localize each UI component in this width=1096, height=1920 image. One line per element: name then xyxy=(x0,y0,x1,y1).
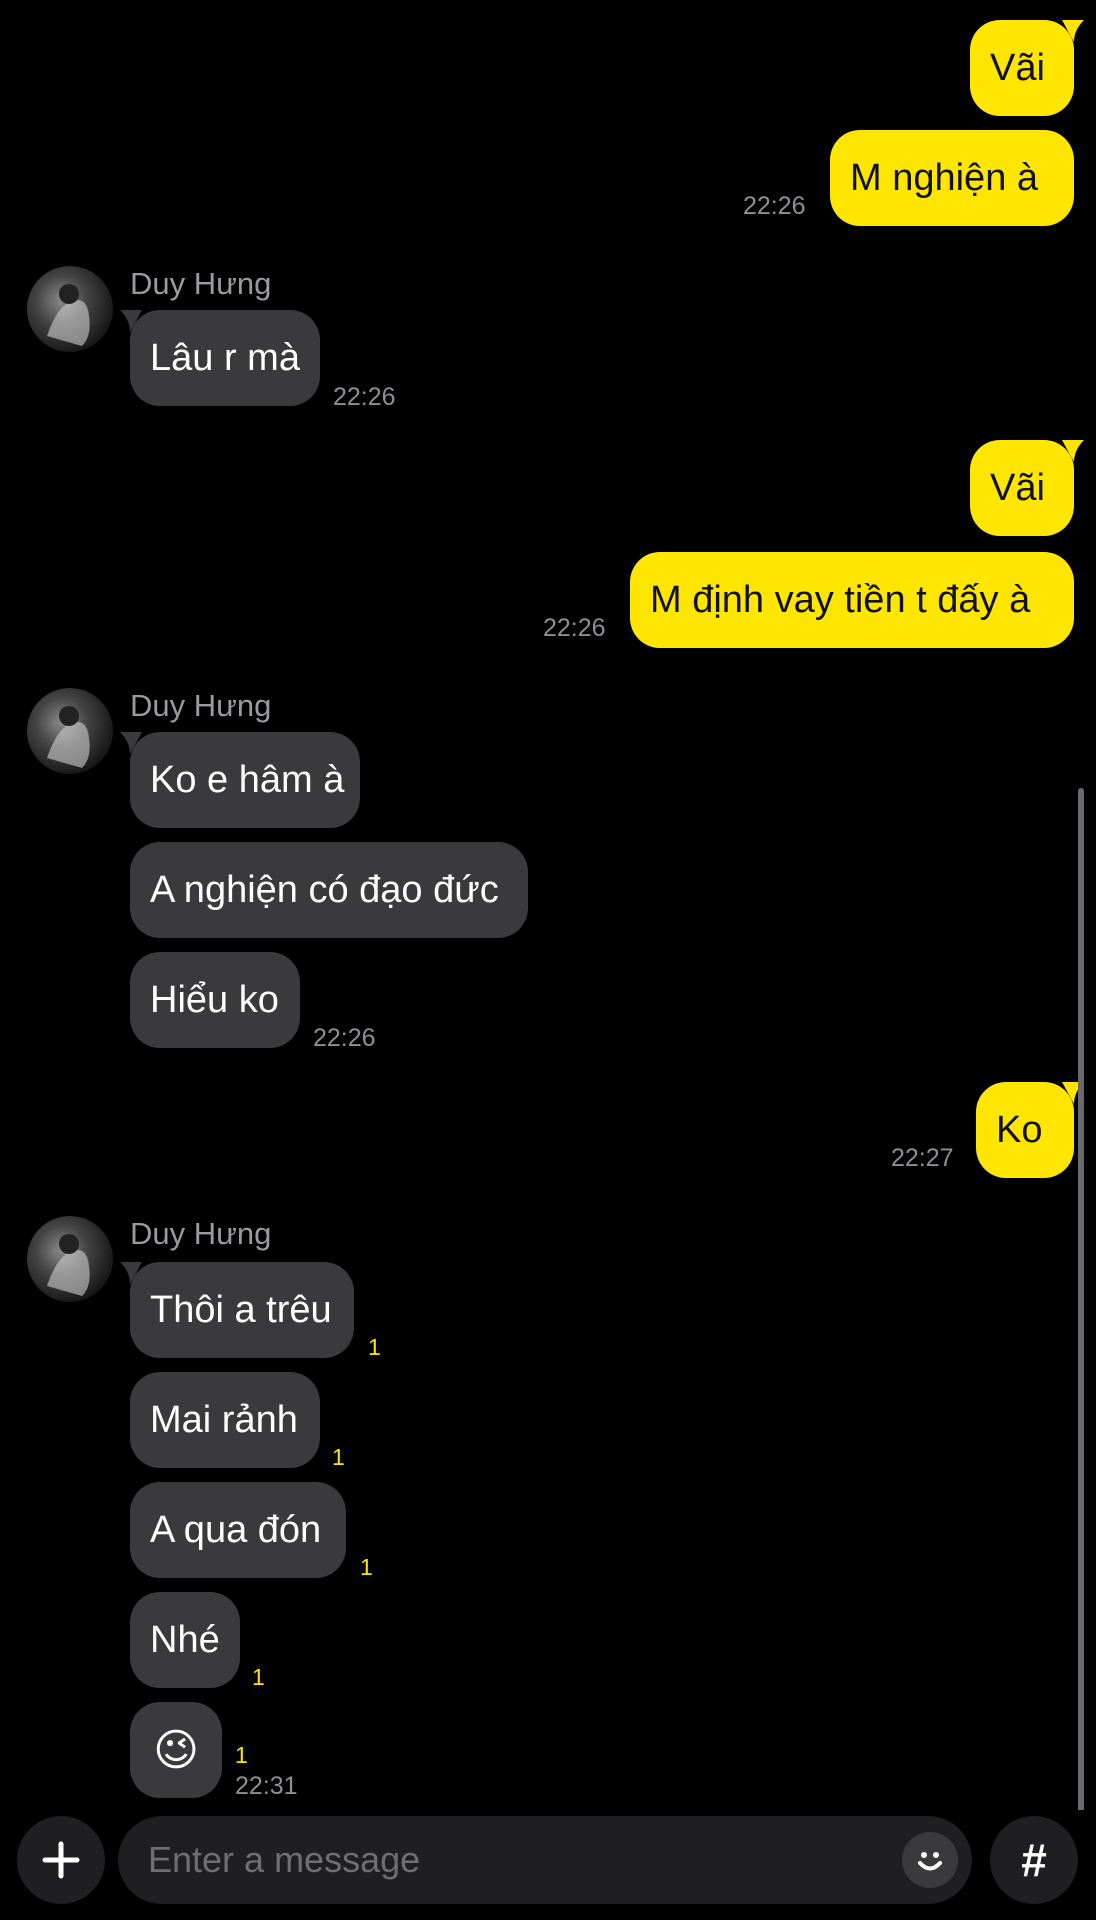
their-message-bubble[interactable]: A nghiện có đạo đức xyxy=(130,842,528,938)
bubble-tail xyxy=(1062,20,1084,42)
timestamp: 22:26 xyxy=(333,383,396,411)
their-message-bubble[interactable]: Ko e hâm à xyxy=(120,732,360,828)
unread-count: 1 xyxy=(235,1742,248,1768)
message-text: Ko xyxy=(996,1108,1043,1151)
their-message-bubble[interactable]: Nhé xyxy=(130,1592,240,1688)
scrollbar[interactable] xyxy=(1078,788,1084,1818)
timestamp: 22:26 xyxy=(543,614,606,642)
unread-count: 1 xyxy=(332,1444,345,1470)
timestamp: 22:26 xyxy=(743,192,806,220)
message-text: M nghiện à xyxy=(850,156,1039,199)
avatar-image xyxy=(47,1234,90,1296)
contact-avatar[interactable] xyxy=(27,688,113,774)
bubble-tail xyxy=(120,1262,142,1284)
their-message-bubble[interactable]: Thôi a trêu xyxy=(120,1262,354,1358)
their-message-bubble[interactable]: Mai rảnh xyxy=(130,1372,320,1468)
my-message-bubble[interactable]: M nghiện à xyxy=(830,130,1074,226)
their-message-bubble[interactable]: A qua đón xyxy=(130,1482,346,1578)
message-text: Vãi xyxy=(990,466,1045,509)
unread-count: 1 xyxy=(252,1664,265,1690)
bubble-tail xyxy=(120,732,142,754)
bubble-tail xyxy=(1062,440,1084,462)
message-text: Lâu r mà xyxy=(150,336,300,379)
sender-name: Duy Hưng xyxy=(130,266,272,301)
my-message-bubble[interactable]: Vãi xyxy=(970,20,1084,116)
plus-icon xyxy=(42,1841,80,1879)
message-input-container[interactable] xyxy=(118,1816,972,1904)
message-text: Mai rảnh xyxy=(150,1398,298,1441)
message-text: A nghiện có đạo đức xyxy=(150,868,499,911)
message-text: Hiểu ko xyxy=(150,978,279,1021)
emoji-button[interactable] xyxy=(902,1832,958,1888)
message-text: Nhé xyxy=(150,1618,220,1661)
timestamp: 22:31 xyxy=(235,1772,298,1800)
message-input[interactable] xyxy=(146,1838,870,1882)
contact-avatar[interactable] xyxy=(27,266,113,352)
their-message-bubble[interactable]: Hiểu ko xyxy=(130,952,300,1048)
message-text: Ko e hâm à xyxy=(150,758,345,801)
emoji-icon xyxy=(918,1852,942,1871)
hash-icon: # xyxy=(1021,1834,1047,1886)
unread-count: 1 xyxy=(360,1554,373,1580)
hashtag-button[interactable]: # xyxy=(990,1816,1078,1904)
their-message-bubble[interactable]: 😉 xyxy=(130,1702,222,1798)
bubble-tail xyxy=(120,310,142,332)
sender-name: Duy Hưng xyxy=(130,1216,272,1251)
attach-button[interactable] xyxy=(17,1816,105,1904)
message-text: A qua đón xyxy=(150,1508,322,1551)
sender-name: Duy Hưng xyxy=(130,688,272,723)
message-text: M định vay tiền t đấy à xyxy=(650,578,1031,621)
their-message-bubble[interactable]: Lâu r mà xyxy=(120,310,320,406)
avatar-image xyxy=(47,284,90,346)
message-text: Vãi xyxy=(990,46,1045,89)
contact-avatar[interactable] xyxy=(27,1216,113,1302)
unread-count: 1 xyxy=(368,1334,381,1360)
my-message-bubble[interactable]: M định vay tiền t đấy à xyxy=(630,552,1074,648)
timestamp: 22:26 xyxy=(313,1024,376,1052)
timestamp: 22:27 xyxy=(891,1144,954,1172)
avatar-image xyxy=(47,706,90,768)
emoji-message: 😉 xyxy=(153,1725,199,1775)
my-message-bubble[interactable]: Ko xyxy=(976,1082,1084,1178)
message-text: Thôi a trêu xyxy=(150,1288,332,1331)
my-message-bubble[interactable]: Vãi xyxy=(970,440,1084,536)
